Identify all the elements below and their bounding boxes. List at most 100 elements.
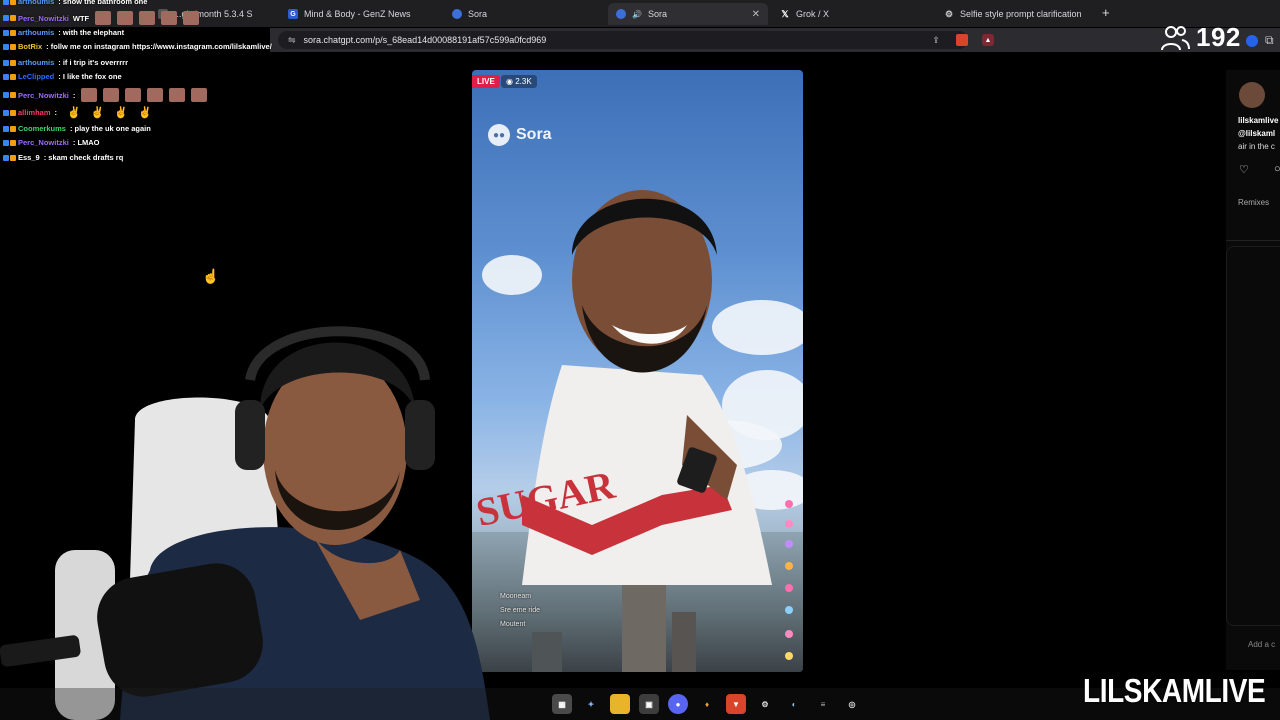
address-actions: ⇪ ▲ (930, 34, 994, 46)
chat-username[interactable]: Ess_9 (18, 153, 40, 162)
tab-sora[interactable]: Sora (444, 3, 604, 25)
capture-icon[interactable]: ◎ (842, 694, 862, 714)
post-side-panel: lilskamlive @lilskaml air in the c ♡ ○ R… (1226, 70, 1280, 670)
chat-username[interactable]: Coomerkums (18, 124, 66, 133)
chat-username[interactable]: allimham (18, 108, 51, 117)
webcam-feed (0, 326, 490, 720)
openai-icon[interactable]: ⚙ (755, 694, 775, 714)
chat-badges-icon (3, 29, 16, 36)
rewards-icon[interactable]: ▲ (982, 34, 994, 46)
avatar[interactable] (1239, 82, 1265, 108)
chat-message: Ess_9: skam check drafts rq (3, 153, 123, 162)
chat-message: Perc_Nowitzki: LMAO (3, 138, 100, 147)
url-text: sora.chatgpt.com/p/s_68ead14d00088191af5… (303, 35, 547, 45)
comment-icon[interactable]: ○ (1274, 163, 1280, 175)
tab-grok[interactable]: 𝕏 Grok / X (772, 3, 932, 25)
gz-icon: G (288, 9, 298, 19)
chat-username[interactable]: BotRix (18, 42, 42, 51)
tab-sora-active[interactable]: 🔊 Sora ✕ (608, 3, 768, 25)
viewers-icon (1161, 25, 1190, 50)
sora-brand: Sora (516, 126, 552, 143)
reaction-hearts (785, 500, 797, 665)
tab-label: Mind & Body - GenZ News (304, 9, 411, 19)
remixes-label[interactable]: Remixes (1238, 198, 1269, 207)
chat-badges-icon (3, 154, 16, 161)
chat-username[interactable]: arthoumis (18, 58, 54, 67)
chat-text: : skam check drafts rq (43, 153, 124, 162)
hand-emoji-icon: ✌ (67, 107, 81, 119)
flame-icon[interactable]: ♦ (697, 694, 717, 714)
chat-message: arthoumis : show the bathroom one (3, 0, 147, 6)
viewer-counter: 192 (1160, 22, 1241, 53)
chat-badges-icon (3, 92, 16, 98)
address-row: ⇋ sora.chatgpt.com/p/s_68ead14d00088191a… (270, 28, 1280, 52)
new-tab-button[interactable]: + (1102, 5, 1110, 20)
emote-icon (191, 88, 208, 102)
chat-text: : follw me on instagram https://www.inst… (46, 42, 272, 51)
like-heart-icon[interactable]: ♡ (1239, 163, 1249, 176)
emote-icon (103, 88, 120, 102)
view-count: 2.3K (515, 77, 532, 86)
chat-badges-icon (3, 73, 16, 80)
chat-badges-icon (3, 0, 16, 5)
chat-badges-icon (3, 43, 16, 50)
hand-cursor-icon: ☝ (202, 268, 220, 284)
extensions-puzzle-icon[interactable]: ⧉ (1265, 33, 1274, 48)
emote-icon (125, 88, 142, 102)
chat-message: BotRix : follw me on instagram https://ww… (3, 42, 272, 51)
openai-icon: ⚙ (944, 8, 954, 19)
chat-message: arthoumis : if i trip it's overrrrr (3, 58, 128, 67)
copilot-icon[interactable]: ✦ (581, 694, 601, 714)
tab-label: Sora (647, 9, 667, 19)
chat-badges-icon (3, 15, 16, 21)
chat-username[interactable]: arthoumis (18, 0, 54, 6)
comment-input[interactable]: Add a c (1248, 640, 1275, 649)
chat-text: : if i trip it's overrrrr (58, 58, 128, 67)
steam-icon[interactable]: ◐ (784, 694, 804, 714)
task-view-icon[interactable]: ▦ (552, 694, 572, 714)
sora-watermark: ●● Sora (488, 124, 552, 146)
chat-text: : show the bathroom one (58, 0, 148, 6)
remix-card (1226, 246, 1280, 626)
author-name[interactable]: lilskamlive (1238, 116, 1278, 125)
chat-text: : with the elephant (58, 28, 125, 37)
store-icon[interactable]: ▣ (639, 694, 659, 714)
chat-message: arthoumis : with the elephant (3, 28, 124, 37)
chat-username[interactable]: Perc_Nowitzki (18, 14, 69, 23)
brave-shield-icon[interactable] (956, 34, 968, 46)
emote-icon (95, 11, 112, 25)
chat-message: Perc_Nowitzki: (3, 88, 208, 102)
site-info-icon[interactable]: ⇋ (288, 35, 296, 46)
tab-label: Selfie style prompt clarification (960, 9, 1082, 19)
sora-logo-icon: ●● (488, 124, 510, 146)
taskbar-icons: ▦ ✦ ▣ ● ♦ ▼ ⚙ ◐ ≡ ◎ (552, 694, 862, 714)
chat-username[interactable]: Perc_Nowitzki (18, 91, 69, 100)
chat-username[interactable]: arthoumis (18, 28, 54, 37)
brave-icon[interactable]: ▼ (726, 694, 746, 714)
chat-username[interactable]: LeClipped (18, 72, 54, 81)
emote-icon (81, 88, 98, 102)
divider (1226, 240, 1280, 241)
x-icon: 𝕏 (781, 8, 789, 19)
close-icon[interactable]: ✕ (752, 9, 760, 20)
chat-username[interactable]: Perc_Nowitzki (18, 138, 69, 147)
chat-text: : (54, 108, 58, 117)
tab-selfie-prompt[interactable]: ⚙ Selfie style prompt clarification (936, 3, 1101, 25)
author-handle[interactable]: @lilskaml (1238, 129, 1275, 138)
emote-icon (139, 11, 156, 25)
chat-badges-icon (3, 125, 16, 132)
discord-icon[interactable]: ● (668, 694, 688, 714)
sora-icon (452, 9, 462, 19)
chat-badges-icon (3, 59, 16, 66)
app-icon[interactable]: ≡ (813, 694, 833, 714)
chat-text: : play the uk one again (69, 124, 151, 133)
address-bar[interactable]: ⇋ sora.chatgpt.com/p/s_68ead14d00088191a… (278, 31, 968, 49)
share-icon[interactable]: ⇪ (930, 34, 942, 46)
emote-icon (169, 88, 186, 102)
folder-icon[interactable] (610, 694, 630, 714)
tab-genz-news[interactable]: G Mind & Body - GenZ News (280, 3, 440, 25)
view-count-badge: ◉ 2.3K (501, 75, 537, 88)
chat-message: LeClipped: I like the fox one (3, 72, 122, 81)
emote-icon (161, 11, 178, 25)
extension-icon[interactable] (1246, 35, 1258, 47)
